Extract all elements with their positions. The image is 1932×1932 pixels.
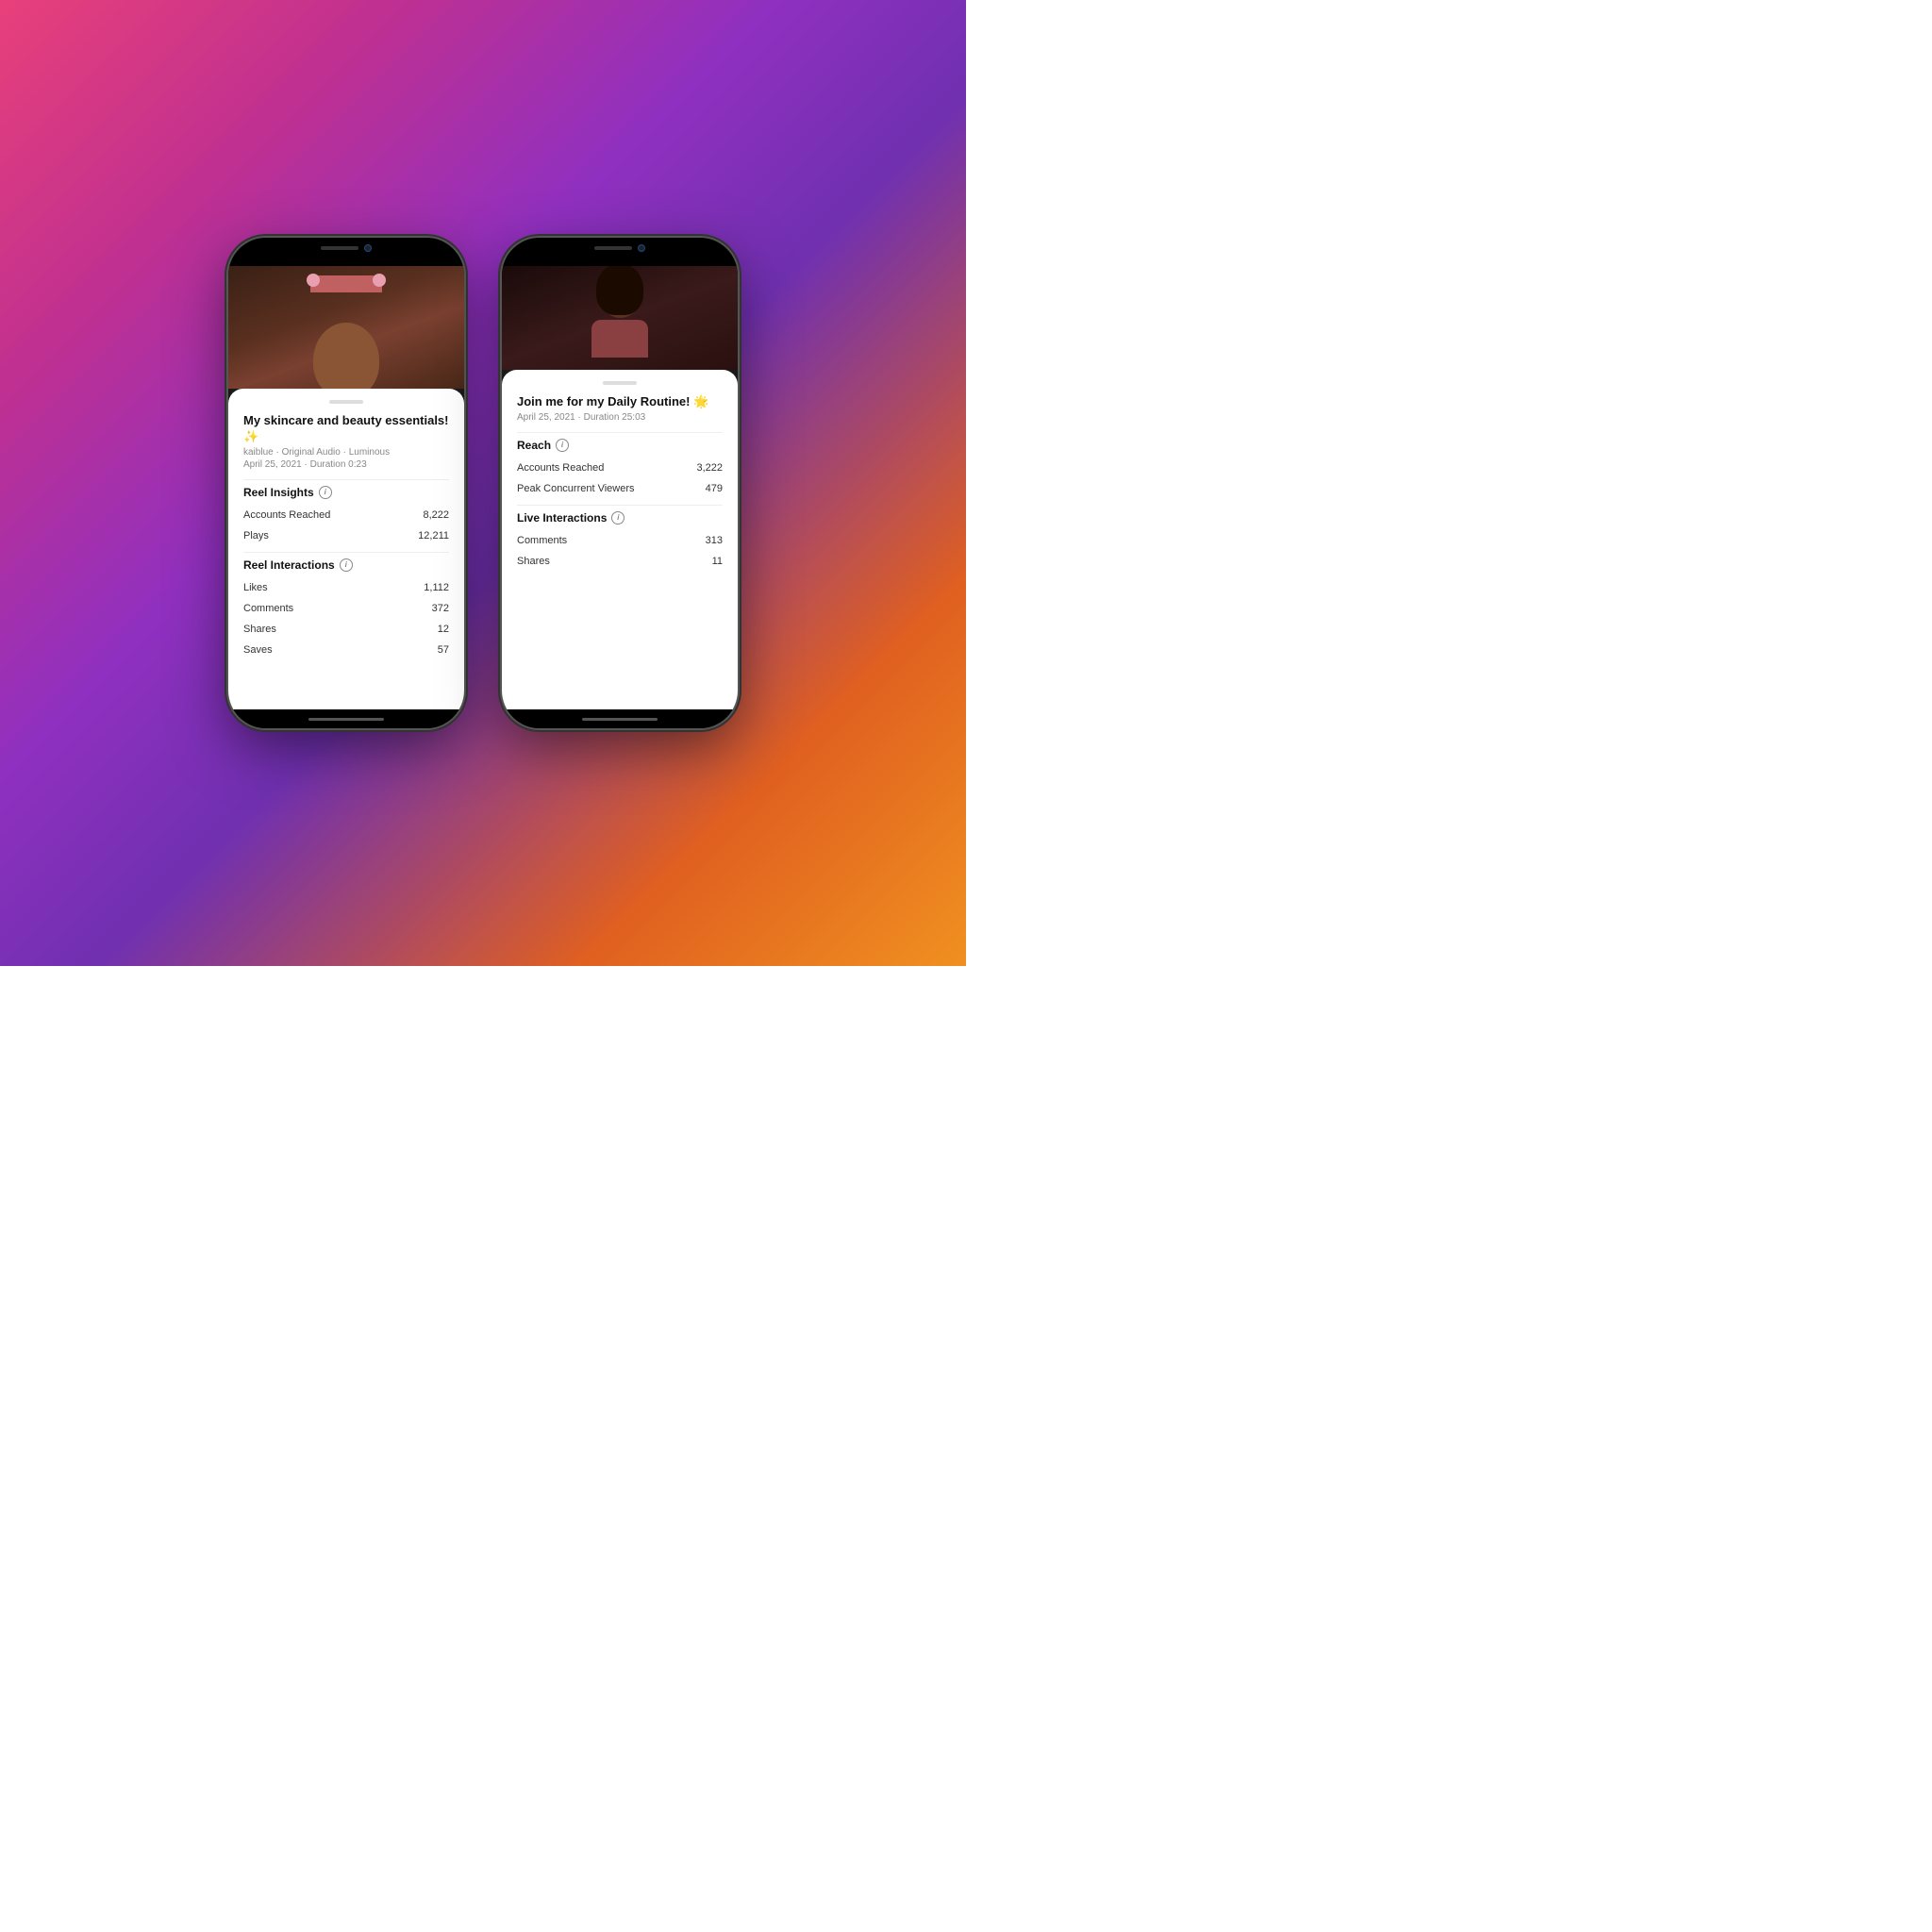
- stat-label-accounts-reached-1: Accounts Reached: [243, 509, 330, 521]
- person-hair: [596, 266, 643, 315]
- sheet-handle-2: [603, 381, 637, 385]
- speaker-2: [594, 246, 632, 250]
- section-header-live-interactions: Live Interactions i: [517, 511, 723, 525]
- stat-accounts-reached-1: Accounts Reached 8,222: [243, 505, 449, 525]
- stat-saves: Saves 57: [243, 640, 449, 660]
- notch-2: [577, 238, 662, 258]
- stat-likes: Likes 1,112: [243, 577, 449, 598]
- home-indicator-1: [228, 709, 464, 728]
- person-body: [591, 320, 648, 358]
- divider-2b: [517, 505, 723, 506]
- reel-insights-label: Reel Insights: [243, 486, 314, 499]
- phone-1-video: [228, 266, 464, 389]
- video-thumbnail-2: [502, 266, 738, 370]
- stat-shares-2: Shares 11: [517, 551, 723, 572]
- stat-label-accounts-reached-2: Accounts Reached: [517, 462, 604, 474]
- stat-value-accounts-reached-1: 8,222: [423, 509, 449, 521]
- stat-value-saves: 57: [438, 644, 449, 656]
- speaker-1: [321, 246, 358, 250]
- camera-2: [638, 244, 645, 252]
- stat-label-comments-1: Comments: [243, 603, 293, 614]
- video-thumbnail-1: [228, 266, 464, 389]
- stat-value-comments-2: 313: [706, 535, 723, 546]
- home-bar-1: [308, 718, 384, 721]
- stat-shares-1: Shares 12: [243, 619, 449, 640]
- camera-1: [364, 244, 372, 252]
- stat-plays: Plays 12,211: [243, 525, 449, 546]
- divider-1b: [243, 552, 449, 553]
- stat-accounts-reached-2: Accounts Reached 3,222: [517, 458, 723, 478]
- reel-interactions-label: Reel Interactions: [243, 558, 335, 572]
- notch-1: [304, 238, 389, 258]
- phone-1-top-bar: [228, 238, 464, 266]
- face-head: [313, 323, 379, 389]
- ear-left: [307, 274, 320, 287]
- stat-label-peak-viewers: Peak Concurrent Viewers: [517, 483, 635, 494]
- info-icon-live-interactions[interactable]: i: [611, 511, 625, 525]
- stat-value-plays: 12,211: [418, 530, 449, 541]
- stat-value-shares-2: 11: [712, 556, 723, 567]
- stat-value-accounts-reached-2: 3,222: [696, 462, 723, 474]
- section-header-reel-interactions: Reel Interactions i: [243, 558, 449, 572]
- divider-2a: [517, 432, 723, 433]
- phone-2: Join me for my Daily Routine! 🌟 April 25…: [502, 238, 738, 728]
- stat-comments-2: Comments 313: [517, 530, 723, 551]
- stat-peak-viewers: Peak Concurrent Viewers 479: [517, 478, 723, 499]
- section-header-reach: Reach i: [517, 439, 723, 452]
- stat-value-shares-1: 12: [438, 624, 449, 635]
- phone-2-sheet: Join me for my Daily Routine! 🌟 April 25…: [502, 370, 738, 709]
- stat-label-saves: Saves: [243, 644, 273, 656]
- stat-label-comments-2: Comments: [517, 535, 567, 546]
- stat-label-likes: Likes: [243, 582, 268, 593]
- phone-1: My skincare and beauty essentials! ✨ kai…: [228, 238, 464, 728]
- background: My skincare and beauty essentials! ✨ kai…: [0, 0, 966, 966]
- person-silhouette: [582, 271, 658, 365]
- stat-comments-1: Comments 372: [243, 598, 449, 619]
- headband: [310, 275, 382, 292]
- home-bar-2: [582, 718, 658, 721]
- home-indicator-2: [502, 709, 738, 728]
- phone-1-meta: kaiblue · Original Audio · Luminous: [243, 447, 449, 458]
- stat-value-likes: 1,112: [424, 582, 449, 593]
- stat-label-shares-2: Shares: [517, 556, 550, 567]
- stat-value-comments-1: 372: [432, 603, 449, 614]
- divider-1a: [243, 479, 449, 480]
- reach-label: Reach: [517, 439, 551, 452]
- phone-1-sheet: My skincare and beauty essentials! ✨ kai…: [228, 389, 464, 709]
- phone-1-title: My skincare and beauty essentials! ✨: [243, 413, 449, 445]
- info-icon-reel-interactions[interactable]: i: [340, 558, 353, 572]
- phone-1-date: April 25, 2021 · Duration 0:23: [243, 459, 449, 470]
- sheet-handle-1: [329, 400, 363, 404]
- stat-label-plays: Plays: [243, 530, 269, 541]
- stat-value-peak-viewers: 479: [706, 483, 723, 494]
- person-head: [599, 271, 641, 318]
- section-header-reel-insights: Reel Insights i: [243, 486, 449, 499]
- phone-2-date: April 25, 2021 · Duration 25:03: [517, 412, 723, 423]
- phone-2-title: Join me for my Daily Routine! 🌟: [517, 394, 723, 410]
- phone-2-top-bar: [502, 238, 738, 266]
- stat-label-shares-1: Shares: [243, 624, 276, 635]
- info-icon-reel-insights[interactable]: i: [319, 486, 332, 499]
- ear-right: [373, 274, 386, 287]
- phone-2-video: [502, 266, 738, 370]
- info-icon-reach[interactable]: i: [556, 439, 569, 452]
- live-interactions-label: Live Interactions: [517, 511, 607, 525]
